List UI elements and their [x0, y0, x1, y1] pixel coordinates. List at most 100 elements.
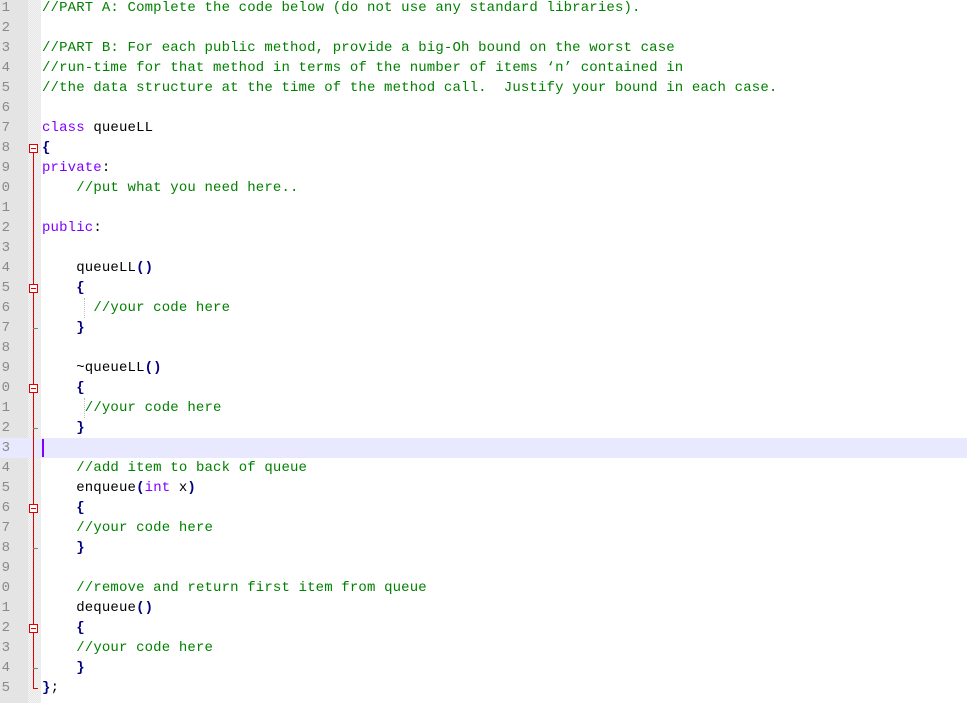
code-line[interactable]: 1 dequeue() [0, 598, 967, 618]
code-line[interactable]: 7 class queueLL [0, 118, 967, 138]
operator-token: () [144, 360, 162, 376]
fold-end-tick [33, 328, 38, 329]
fold-toggle-icon[interactable] [29, 384, 38, 393]
code-text: class queueLL [42, 118, 153, 138]
code-line[interactable]: 2 { [0, 618, 967, 638]
fold-toggle-icon[interactable] [29, 624, 38, 633]
code-line[interactable]: 6 [0, 98, 967, 118]
line-number: 0 [1, 380, 10, 396]
code-line[interactable]: 8 } [0, 538, 967, 558]
fold-toggle-icon[interactable] [29, 504, 38, 513]
comment-token: //remove and return first item from queu… [76, 580, 427, 596]
code-line[interactable]: 3 //PART B: For each public method, provi… [0, 38, 967, 58]
code-line[interactable]: 1 //PART A: Complete the code below (do n… [0, 0, 967, 18]
identifier-token: dequeue [42, 600, 137, 616]
operator-token: () [136, 260, 154, 276]
code-line[interactable]: 4 //run-time for that method in terms of … [0, 58, 967, 78]
code-line[interactable]: 1 [0, 198, 967, 218]
code-line[interactable]: 8{ [0, 138, 967, 158]
comment-token: //PART A: Complete the code below (do no… [42, 0, 641, 16]
fold-toggle-icon[interactable] [29, 144, 38, 153]
fold-range-line [33, 153, 34, 688]
fold-toggle-icon[interactable] [29, 284, 38, 293]
line-number: 2 [1, 20, 10, 36]
operator-token: { [76, 500, 85, 516]
line-number: 2 [1, 420, 10, 436]
code-text: { [42, 378, 85, 398]
code-line[interactable]: 0 //remove and return first item from qu… [0, 578, 967, 598]
code-text: dequeue() [42, 598, 153, 618]
code-line[interactable]: 2 public: [0, 218, 967, 238]
line-number: 8 [1, 540, 10, 556]
code-line[interactable]: 1 //your code here [0, 398, 967, 418]
identifier-token: ~queueLL [42, 360, 145, 376]
comment-token: //run-time for that method in terms of t… [42, 60, 684, 76]
code-line[interactable]: 0 { [0, 378, 967, 398]
code-line[interactable]: 2 [0, 18, 967, 38]
code-line[interactable]: 7 //your code here [0, 518, 967, 538]
identifier-token: ; [50, 680, 60, 696]
code-line[interactable]: 4 //add item to back of queue [0, 458, 967, 478]
operator-token: } [76, 420, 85, 436]
code-text: //put what you need here.. [42, 178, 299, 198]
code-text: queueLL() [42, 258, 153, 278]
code-line[interactable]: 5}; [0, 678, 967, 698]
code-text: //the data structure at the time of the … [42, 78, 777, 98]
code-line[interactable]: 5 //the data structure at the time of the… [0, 78, 967, 98]
fold-end-tick [33, 668, 38, 669]
code-line[interactable]: 4 } [0, 658, 967, 678]
line-number: 1 [1, 200, 10, 216]
code-text: //your code here [42, 638, 213, 658]
code-line[interactable]: 6 { [0, 498, 967, 518]
line-number: 7 [1, 520, 10, 536]
code-editor[interactable]: 1 //PART A: Complete the code below (do n… [0, 0, 967, 703]
comment-token: //your code here [84, 400, 222, 416]
code-line[interactable]: 3 //your code here [0, 638, 967, 658]
current-line[interactable]: 3 [0, 438, 967, 458]
identifier-token: queueLL [84, 120, 154, 136]
operator-token: { [76, 280, 85, 296]
line-number: 8 [1, 340, 10, 356]
code-text: ~queueLL() [42, 358, 162, 378]
identifier-token: x [170, 480, 188, 496]
code-line[interactable]: 2 } [0, 418, 967, 438]
code-text: //remove and return first item from queu… [42, 578, 427, 598]
keyword-token: public [42, 220, 94, 236]
identifier-token [42, 320, 76, 336]
operator-token: { [42, 140, 51, 156]
comment-token: //your code here [93, 300, 231, 316]
code-line[interactable]: 9 ~queueLL() [0, 358, 967, 378]
operator-token: } [76, 320, 85, 336]
identifier-token [42, 500, 76, 516]
code-line[interactable]: 0 //put what you need here.. [0, 178, 967, 198]
code-text: //your code here [42, 398, 222, 418]
keyword-token: private [42, 160, 102, 176]
line-number: 3 [1, 640, 10, 656]
identifier-token [42, 640, 76, 656]
line-number: 7 [1, 320, 10, 336]
code-line[interactable]: 8 [0, 338, 967, 358]
code-line[interactable]: 9 private: [0, 158, 967, 178]
operator-token: () [136, 600, 154, 616]
line-number: 4 [1, 460, 10, 476]
code-text: public: [42, 218, 102, 238]
code-text: //your code here [42, 518, 213, 538]
identifier-token [42, 300, 93, 316]
code-line[interactable]: 5 { [0, 278, 967, 298]
line-number: 1 [1, 600, 10, 616]
code-line[interactable]: 7 } [0, 318, 967, 338]
code-line[interactable]: 9 [0, 558, 967, 578]
code-line[interactable]: 6 //your code here [0, 298, 967, 318]
code-text: { [42, 278, 85, 298]
code-text: { [42, 498, 85, 518]
identifier-token [42, 540, 76, 556]
indent-guide [84, 298, 85, 318]
line-number: 1 [1, 0, 10, 16]
code-line[interactable]: 5 enqueue(int x) [0, 478, 967, 498]
fold-end-marker [33, 688, 38, 689]
comment-token: //put what you need here.. [76, 180, 299, 196]
operator-token: { [76, 620, 85, 636]
code-line[interactable]: 3 [0, 238, 967, 258]
identifier-token [42, 580, 76, 596]
code-line[interactable]: 4 queueLL() [0, 258, 967, 278]
